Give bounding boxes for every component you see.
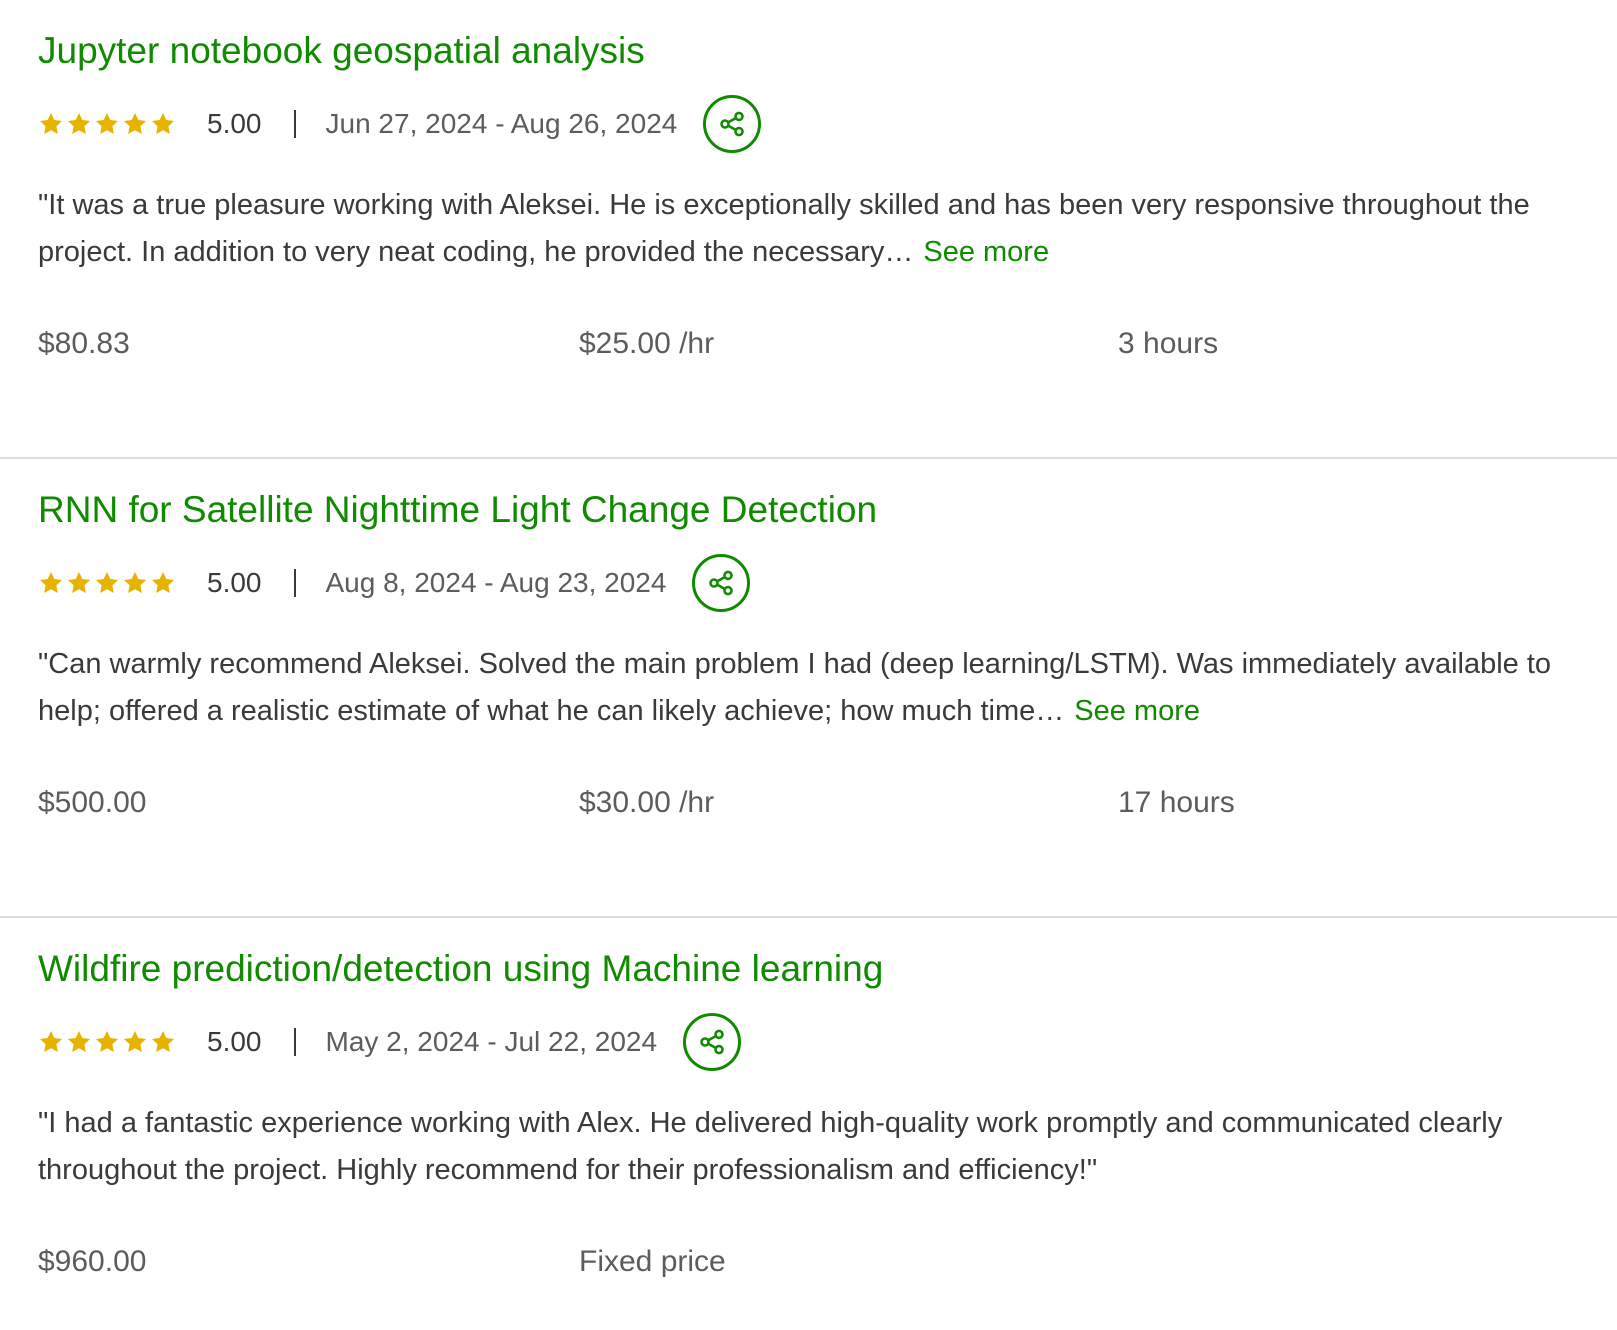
feedback-text: "Can warmly recommend Aleksei. Solved th… (38, 648, 1552, 727)
job-meta: 5.00 May 2, 2024 - Jul 22, 2024 (38, 1010, 742, 1074)
star-icon (39, 571, 63, 593)
job-hours: 3 hours (1118, 327, 1219, 360)
star-icon (151, 571, 175, 593)
star-icon (39, 112, 63, 134)
job-rate: $25.00 /hr (579, 327, 715, 360)
job-rate: $30.00 /hr (579, 786, 715, 819)
job-earned: $960.00 (38, 1245, 147, 1278)
star-icon (67, 571, 91, 593)
share-icon (709, 570, 734, 596)
star-icon (95, 571, 119, 593)
rating-stars (38, 111, 176, 137)
share-button[interactable] (683, 1013, 742, 1071)
see-more-link[interactable]: See more (1074, 695, 1200, 727)
client-feedback: "Can warmly recommend Aleksei. Solved th… (38, 641, 1558, 735)
star-icon (123, 1030, 147, 1052)
rating-stars (38, 1029, 176, 1055)
job-title-link[interactable]: Jupyter notebook geospatial analysis (38, 28, 645, 74)
share-button[interactable] (692, 554, 751, 612)
job-item: Wildfire prediction/detection using Mach… (0, 918, 1617, 1330)
rating-score: 5.00 (207, 567, 262, 598)
star-icon (151, 112, 175, 134)
job-earned: $80.83 (38, 327, 130, 360)
star-icon (39, 1030, 63, 1052)
star-icon (123, 112, 147, 134)
rating-score: 5.00 (207, 108, 262, 139)
job-dates: May 2, 2024 - Jul 22, 2024 (325, 1026, 658, 1057)
meta-separator (293, 569, 296, 597)
job-earned: $500.00 (38, 786, 147, 819)
star-icon (67, 1030, 91, 1052)
rating-score: 5.00 (207, 1026, 262, 1057)
share-icon (720, 111, 745, 137)
job-title-link[interactable]: RNN for Satellite Nighttime Light Change… (38, 487, 877, 533)
feedback-text: "It was a true pleasure working with Ale… (38, 189, 1530, 268)
meta-separator (293, 1028, 296, 1056)
job-item: Jupyter notebook geospatial analysis 5.0… (0, 0, 1617, 459)
job-rate: Fixed price (579, 1245, 726, 1278)
share-icon (700, 1029, 724, 1055)
job-dates: Aug 8, 2024 - Aug 23, 2024 (325, 567, 667, 598)
rating-stars (38, 570, 176, 596)
job-meta: 5.00 Jun 27, 2024 - Aug 26, 2024 (38, 92, 762, 156)
job-meta: 5.00 Aug 8, 2024 - Aug 23, 2024 (38, 551, 751, 615)
job-dates: Jun 27, 2024 - Aug 26, 2024 (325, 108, 678, 139)
star-icon (67, 112, 91, 134)
job-hours: 17 hours (1118, 786, 1235, 819)
see-more-link[interactable]: See more (923, 236, 1049, 268)
feedback-text: "I had a fantastic experience working wi… (38, 1107, 1503, 1186)
share-button[interactable] (703, 95, 762, 153)
client-feedback: "It was a true pleasure working with Ale… (38, 182, 1558, 276)
star-icon (151, 1030, 175, 1052)
star-icon (95, 112, 119, 134)
job-item: RNN for Satellite Nighttime Light Change… (0, 459, 1617, 918)
job-title-link[interactable]: Wildfire prediction/detection using Mach… (38, 946, 883, 992)
star-icon (123, 571, 147, 593)
meta-separator (293, 110, 296, 138)
star-icon (95, 1030, 119, 1052)
work-history-list: Jupyter notebook geospatial analysis 5.0… (0, 0, 1617, 1330)
client-feedback: "I had a fantastic experience working wi… (38, 1100, 1558, 1194)
